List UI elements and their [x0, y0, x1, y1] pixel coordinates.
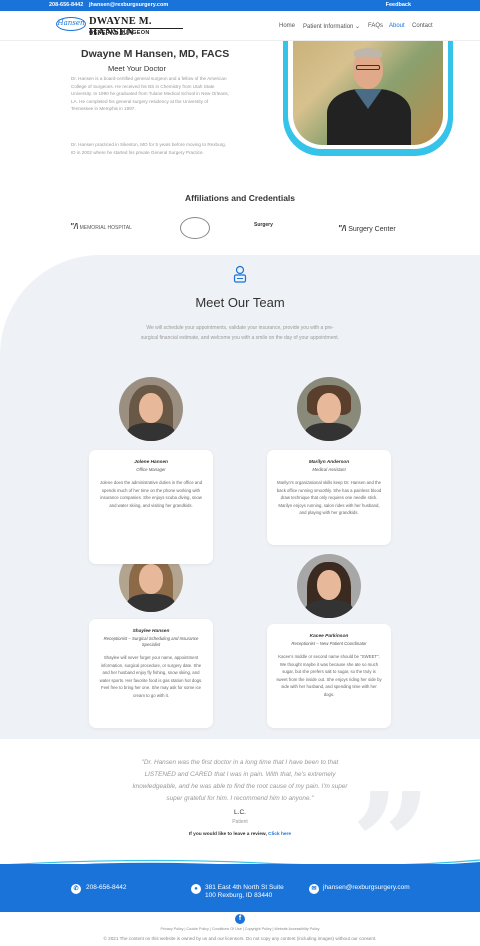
nav-patient-information[interactable]: Patient Information ⌄ [303, 23, 360, 30]
team-member-name: Shaylee Hansen [132, 629, 170, 634]
team-member-name: Kacee Parkinson [309, 634, 349, 639]
affiliation-logo-memorial-hospital: "/\ MEMORIAL HOSPITAL [70, 222, 132, 231]
team-member-photo [297, 554, 361, 618]
logo-script-mark: Hansen [56, 17, 86, 31]
team-member-bio: Jolene does the administrative duties in… [99, 480, 203, 508]
affiliations-heading: Affiliations and Credentials [184, 193, 296, 203]
logo-subtitle: GENERAL SURGEON [89, 30, 150, 36]
clipboard-person-icon [233, 265, 247, 283]
site-logo[interactable]: Hansen DWAYNE M. HANSEN GENERAL SURGEON [56, 15, 184, 38]
review-prompt: If you would like to leave a review, Cli… [188, 832, 292, 837]
team-member-card: Kacee Parkinson Receptionist – New Patie… [267, 624, 391, 728]
phone-icon: ✆ [71, 884, 81, 894]
team-member-role: Receptionist – Surgical Scheduling and I… [103, 636, 199, 647]
testimonial-author-role: Patient [232, 819, 248, 825]
facebook-icon[interactable]: f [235, 914, 245, 924]
nav-home[interactable]: Home [279, 23, 295, 29]
topbar-phone-link[interactable]: 208-656-8442 [49, 2, 83, 8]
testimonial-quote: "Dr. Hansen was the first doctor in a lo… [132, 759, 348, 802]
review-link[interactable]: Click here [268, 832, 291, 837]
footer-phone-link[interactable]: 208-656-8442 [86, 884, 126, 891]
topbar-feedback-link[interactable]: Feedback [386, 2, 411, 8]
logo-divider [89, 28, 183, 29]
affiliation-seal-logo [180, 217, 210, 239]
doctor-photo [293, 41, 443, 145]
nav-contact[interactable]: Contact [412, 23, 433, 29]
affiliation-logo-surgery: Surgery [254, 222, 273, 228]
meet-your-doctor-heading: Meet Your Doctor [108, 64, 166, 73]
team-member-name: Marilyn Anderson [308, 460, 350, 465]
team-member-photo [119, 377, 183, 441]
team-member-card: Shaylee Hansen Receptionist – Surgical S… [89, 619, 213, 728]
team-member-role: Medical Assistant [312, 467, 346, 472]
doctor-bio-paragraph: Dr. Hansen practiced in Sikeston, MO for… [71, 142, 226, 155]
footer-copyright: © 2021 The content on this website is ow… [103, 936, 377, 941]
footer-policy-links[interactable]: Privacy Policy | Cookie Policy | Conditi… [0, 927, 480, 931]
team-member-bio: Kacee's middle or second name should be … [276, 654, 382, 697]
map-pin-icon: ● [191, 884, 201, 894]
team-member-role: Office Manager [136, 467, 166, 472]
doctor-photo-frame [283, 41, 453, 156]
footer-email-link[interactable]: jhansen@rexburgsurgery.com [323, 884, 410, 891]
team-member-card: Marilyn Anderson Medical Assistant Maril… [267, 450, 391, 545]
doctor-bio-paragraph: Dr. Hansen is a board-certified general … [71, 76, 229, 112]
team-member-role: Receptionist – New Patient Coordinator [291, 641, 367, 646]
team-member-bio: Marilyn's organizational skills keep Dr.… [276, 480, 382, 516]
team-member-card: Jolene Hansen Office Manager Jolene does… [89, 450, 213, 564]
team-member-bio: Shaylee will never forget your name, app… [99, 655, 203, 698]
team-intro-text: We will schedule your appointments, vali… [140, 325, 340, 341]
footer-address[interactable]: 381 East 4th North St Suite 100 Rexburg, … [205, 884, 284, 900]
nav-about[interactable]: About [389, 23, 405, 29]
team-heading: Meet Our Team [195, 295, 285, 310]
envelope-icon: ✉ [309, 884, 319, 894]
topbar-email-link[interactable]: jhansen@rexburgsurgery.com [89, 2, 168, 8]
nav-faqs[interactable]: FAQs [368, 23, 383, 29]
doctor-name-heading: Dwayne M Hansen, MD, FACS [81, 48, 230, 60]
site-header: Hansen DWAYNE M. HANSEN GENERAL SURGEON … [0, 11, 480, 41]
testimonial-author: L.C. [234, 809, 246, 816]
team-member-name: Jolene Hansen [134, 460, 168, 465]
affiliation-logo-surgery-center: "/\ Surgery Center [338, 224, 396, 233]
team-member-photo [297, 377, 361, 441]
top-bar: 208-656-8442 jhansen@rexburgsurgery.com … [0, 0, 480, 11]
